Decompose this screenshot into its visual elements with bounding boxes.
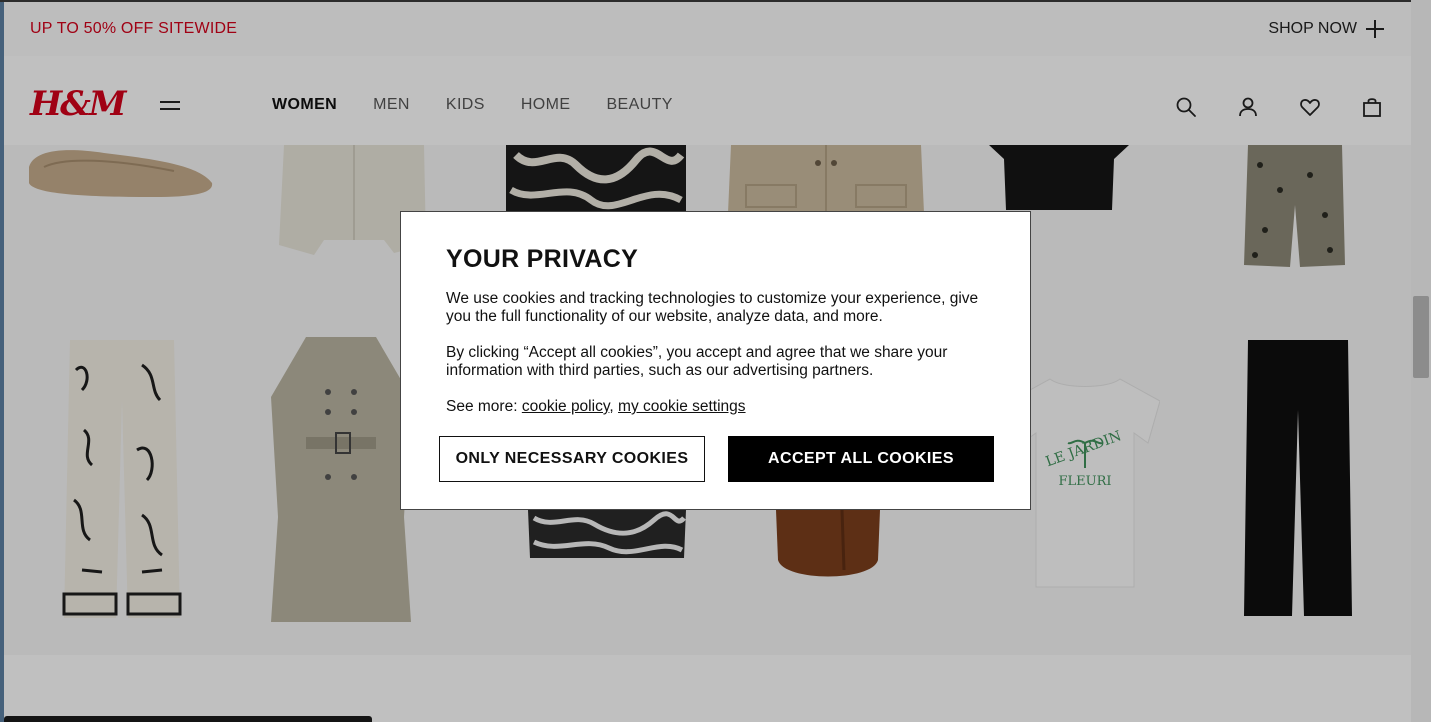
privacy-modal: YOUR PRIVACY We use cookies and tracking… [400, 211, 1031, 510]
see-more-label: See more: [446, 398, 518, 415]
cookie-policy-link[interactable]: cookie policy [522, 398, 610, 415]
modal-title: YOUR PRIVACY [446, 245, 639, 273]
modal-paragraph-1: We use cookies and tracking technologies… [446, 290, 979, 325]
modal-see-more: See more: cookie policy, my cookie setti… [446, 398, 986, 416]
modal-paragraph-2: By clicking “Accept all cookies”, you ac… [446, 344, 948, 379]
only-necessary-cookies-button[interactable]: ONLY NECESSARY COOKIES [439, 436, 705, 482]
cookie-settings-link[interactable]: my cookie settings [618, 398, 746, 415]
accept-all-cookies-button[interactable]: ACCEPT ALL COOKIES [728, 436, 994, 482]
link-separator: , [609, 398, 614, 415]
